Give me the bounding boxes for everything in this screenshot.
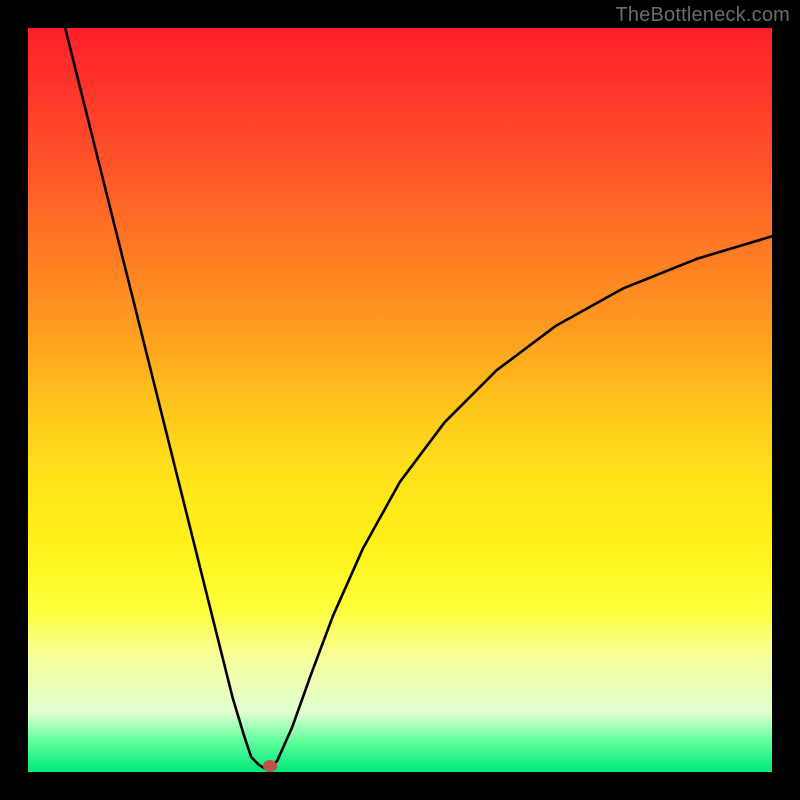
optimal-point-marker — [263, 760, 277, 772]
bottleneck-curve — [65, 28, 772, 768]
watermark-text: TheBottleneck.com — [615, 4, 790, 27]
curve-layer — [28, 28, 772, 772]
chart-frame: TheBottleneck.com — [0, 0, 800, 800]
plot-area — [28, 28, 772, 772]
